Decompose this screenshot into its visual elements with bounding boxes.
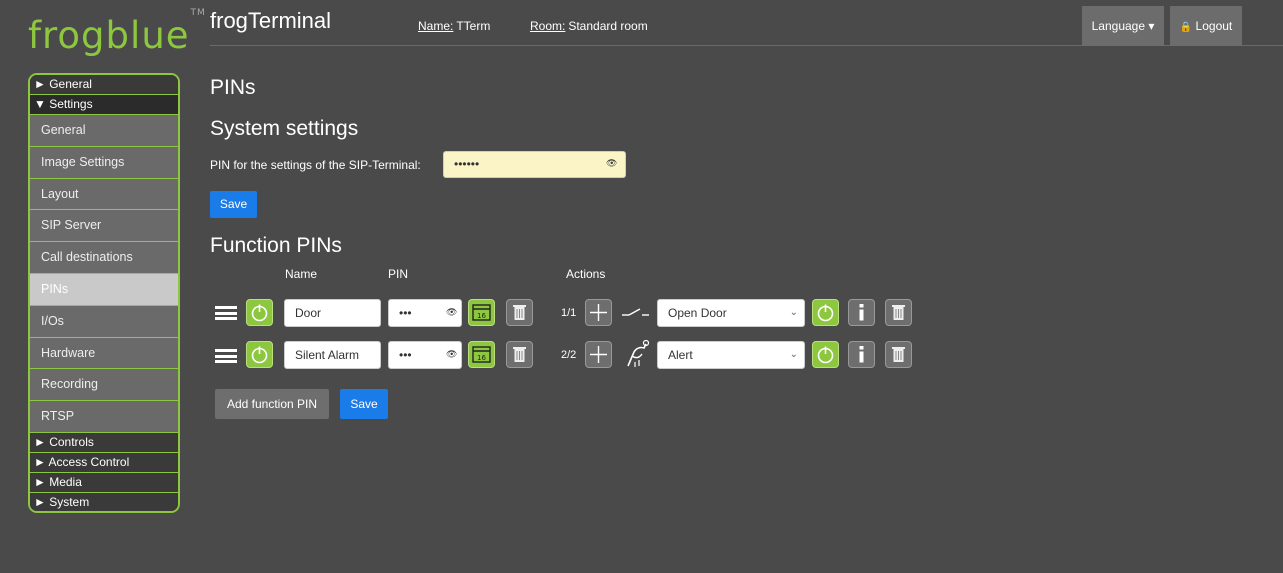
sidebar-group-controls[interactable]: ► Controls — [30, 432, 178, 453]
sidebar: ► General ▼ Settings General Image Setti… — [28, 73, 180, 513]
action-select[interactable]: Alert ⌄ — [657, 341, 805, 369]
svg-text:16: 16 — [477, 312, 486, 320]
add-action-icon[interactable] — [585, 299, 612, 326]
col-header-actions: Actions — [566, 267, 606, 281]
power-toggle-icon[interactable] — [246, 299, 273, 326]
lock-icon: 🔒 — [1179, 22, 1193, 33]
device-room: Room: Standard room — [530, 19, 648, 33]
trash-icon[interactable] — [506, 341, 533, 368]
sidebar-group-access-control[interactable]: ► Access Control — [30, 452, 178, 473]
chevron-down-icon: ⌄ — [789, 349, 798, 360]
action-count: 1/1 — [561, 307, 577, 319]
sidebar-item-layout[interactable]: Layout — [30, 178, 178, 211]
calendar-icon[interactable]: 16 — [468, 341, 495, 368]
calendar-icon[interactable]: 16 — [468, 299, 495, 326]
sidebar-item-pins[interactable]: PINs — [30, 273, 178, 306]
sidebar-item-call-destinations[interactable]: Call destinations — [30, 242, 178, 274]
sidebar-group-media[interactable]: ► Media — [30, 472, 178, 493]
switch-icon — [620, 303, 652, 323]
col-header-pin: PIN — [388, 267, 409, 281]
sidebar-item-image-settings[interactable]: Image Settings — [30, 146, 178, 179]
sidebar-item-ios[interactable]: I/Os — [30, 305, 178, 338]
sidebar-item-sip-server[interactable]: SIP Server — [30, 210, 178, 243]
alarm-bird-icon — [622, 338, 652, 370]
page-title: PINs — [210, 76, 256, 99]
add-function-pin-button[interactable]: Add function PIN — [215, 389, 329, 419]
language-dropdown[interactable]: Language ▾ — [1082, 6, 1164, 46]
sidebar-group-system[interactable]: ► System — [30, 492, 178, 511]
trash-icon[interactable] — [885, 341, 912, 368]
action-select-value: Open Door — [668, 306, 727, 320]
power-toggle-icon[interactable] — [812, 341, 839, 368]
settings-pin-value: •••••• — [454, 157, 480, 171]
name-value: TTerm — [456, 19, 491, 33]
sidebar-item-recording[interactable]: Recording — [30, 369, 178, 402]
eye-icon[interactable]: 👁 — [446, 349, 457, 360]
sidebar-item-general[interactable]: General — [30, 115, 178, 147]
sidebar-item-hardware[interactable]: Hardware — [30, 337, 178, 370]
room-label: Room: — [530, 19, 566, 33]
drag-handle-icon[interactable] — [215, 306, 237, 320]
col-header-name: Name — [285, 267, 318, 281]
info-icon[interactable] — [848, 341, 875, 368]
chevron-down-icon: ⌄ — [789, 307, 798, 318]
device-name: Name: TTerm — [418, 19, 490, 33]
action-select-value: Alert — [668, 348, 693, 362]
logout-label: Logout — [1195, 19, 1233, 33]
room-value: Standard room — [568, 19, 648, 33]
frogblue-logo: frogblueTM — [28, 8, 205, 57]
logout-button[interactable]: 🔒 Logout — [1170, 6, 1242, 46]
settings-pin-input[interactable]: •••••• — [443, 151, 626, 178]
action-count: 2/2 — [561, 349, 577, 361]
settings-pin-label: PIN for the settings of the SIP-Terminal… — [210, 158, 421, 172]
power-toggle-icon[interactable] — [812, 299, 839, 326]
system-settings-title: System settings — [210, 117, 359, 140]
logo-text: frogblue — [28, 14, 190, 57]
function-pins-title: Function PINs — [210, 234, 342, 257]
info-icon[interactable] — [848, 299, 875, 326]
sidebar-group-settings[interactable]: ▼ Settings — [30, 95, 178, 115]
eye-icon[interactable]: 👁 — [446, 307, 457, 318]
power-toggle-icon[interactable] — [246, 341, 273, 368]
function-pin-name-input[interactable]: Silent Alarm — [284, 341, 381, 369]
trash-icon[interactable] — [885, 299, 912, 326]
logo-trademark: TM — [190, 7, 206, 18]
function-pin-value: ••• — [399, 306, 412, 320]
name-label: Name: — [418, 19, 454, 33]
save-button[interactable]: Save — [210, 191, 257, 218]
eye-icon[interactable]: 👁 — [606, 158, 617, 169]
function-pin-name-input[interactable]: Door — [284, 299, 381, 327]
app-title: frogTerminal — [210, 8, 332, 33]
svg-text:16: 16 — [477, 354, 486, 362]
drag-handle-icon[interactable] — [215, 349, 237, 363]
action-select[interactable]: Open Door ⌄ — [657, 299, 805, 327]
save-function-pins-button[interactable]: Save — [340, 389, 388, 419]
trash-icon[interactable] — [506, 299, 533, 326]
add-action-icon[interactable] — [585, 341, 612, 368]
function-pin-value: ••• — [399, 348, 412, 362]
sidebar-group-general[interactable]: ► General — [30, 75, 178, 95]
sidebar-item-rtsp[interactable]: RTSP — [30, 401, 178, 433]
